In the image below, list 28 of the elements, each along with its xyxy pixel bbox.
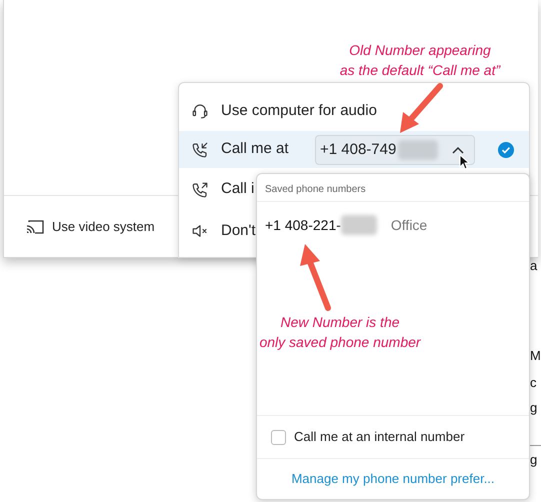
redaction — [398, 140, 438, 160]
background-text: a — [530, 258, 538, 274]
background-text: M — [530, 348, 541, 364]
background-text: c — [530, 375, 536, 391]
menu-item[interactable]: Use computer for audio — [179, 91, 529, 131]
annotation-text: only saved phone number — [259, 333, 421, 352]
annotation-text: as the default “Call me at” — [340, 61, 500, 80]
incoming-call-icon — [191, 140, 209, 158]
checkbox[interactable] — [271, 430, 286, 444]
annotation-arrow — [300, 244, 331, 311]
checkmark-icon — [498, 142, 514, 158]
phone-number-option[interactable]: +1 408-221- Office — [257, 202, 529, 248]
cast-icon — [26, 220, 44, 234]
outgoing-call-icon — [191, 180, 209, 198]
manage-numbers-link[interactable]: Manage my phone number prefer... — [291, 469, 495, 489]
background-text: g — [530, 400, 538, 416]
chevron-up-icon — [452, 146, 464, 154]
menu-item[interactable]: Call me at +1 408-749 — [179, 131, 529, 168]
annotation-text: New Number is the — [280, 313, 400, 332]
phone-number-select[interactable]: +1 408-749 — [315, 135, 475, 165]
section-header: Saved phone numbers — [265, 183, 366, 197]
annotation-text: Old Number appearing — [349, 41, 491, 60]
video-system-button[interactable]: Use video system — [4, 216, 155, 236]
annotation-arrow — [400, 83, 443, 133]
headset-icon — [191, 102, 209, 120]
background-text: g — [530, 452, 538, 468]
redaction — [340, 215, 377, 235]
checkbox-label: Call me at an internal number — [294, 428, 465, 446]
